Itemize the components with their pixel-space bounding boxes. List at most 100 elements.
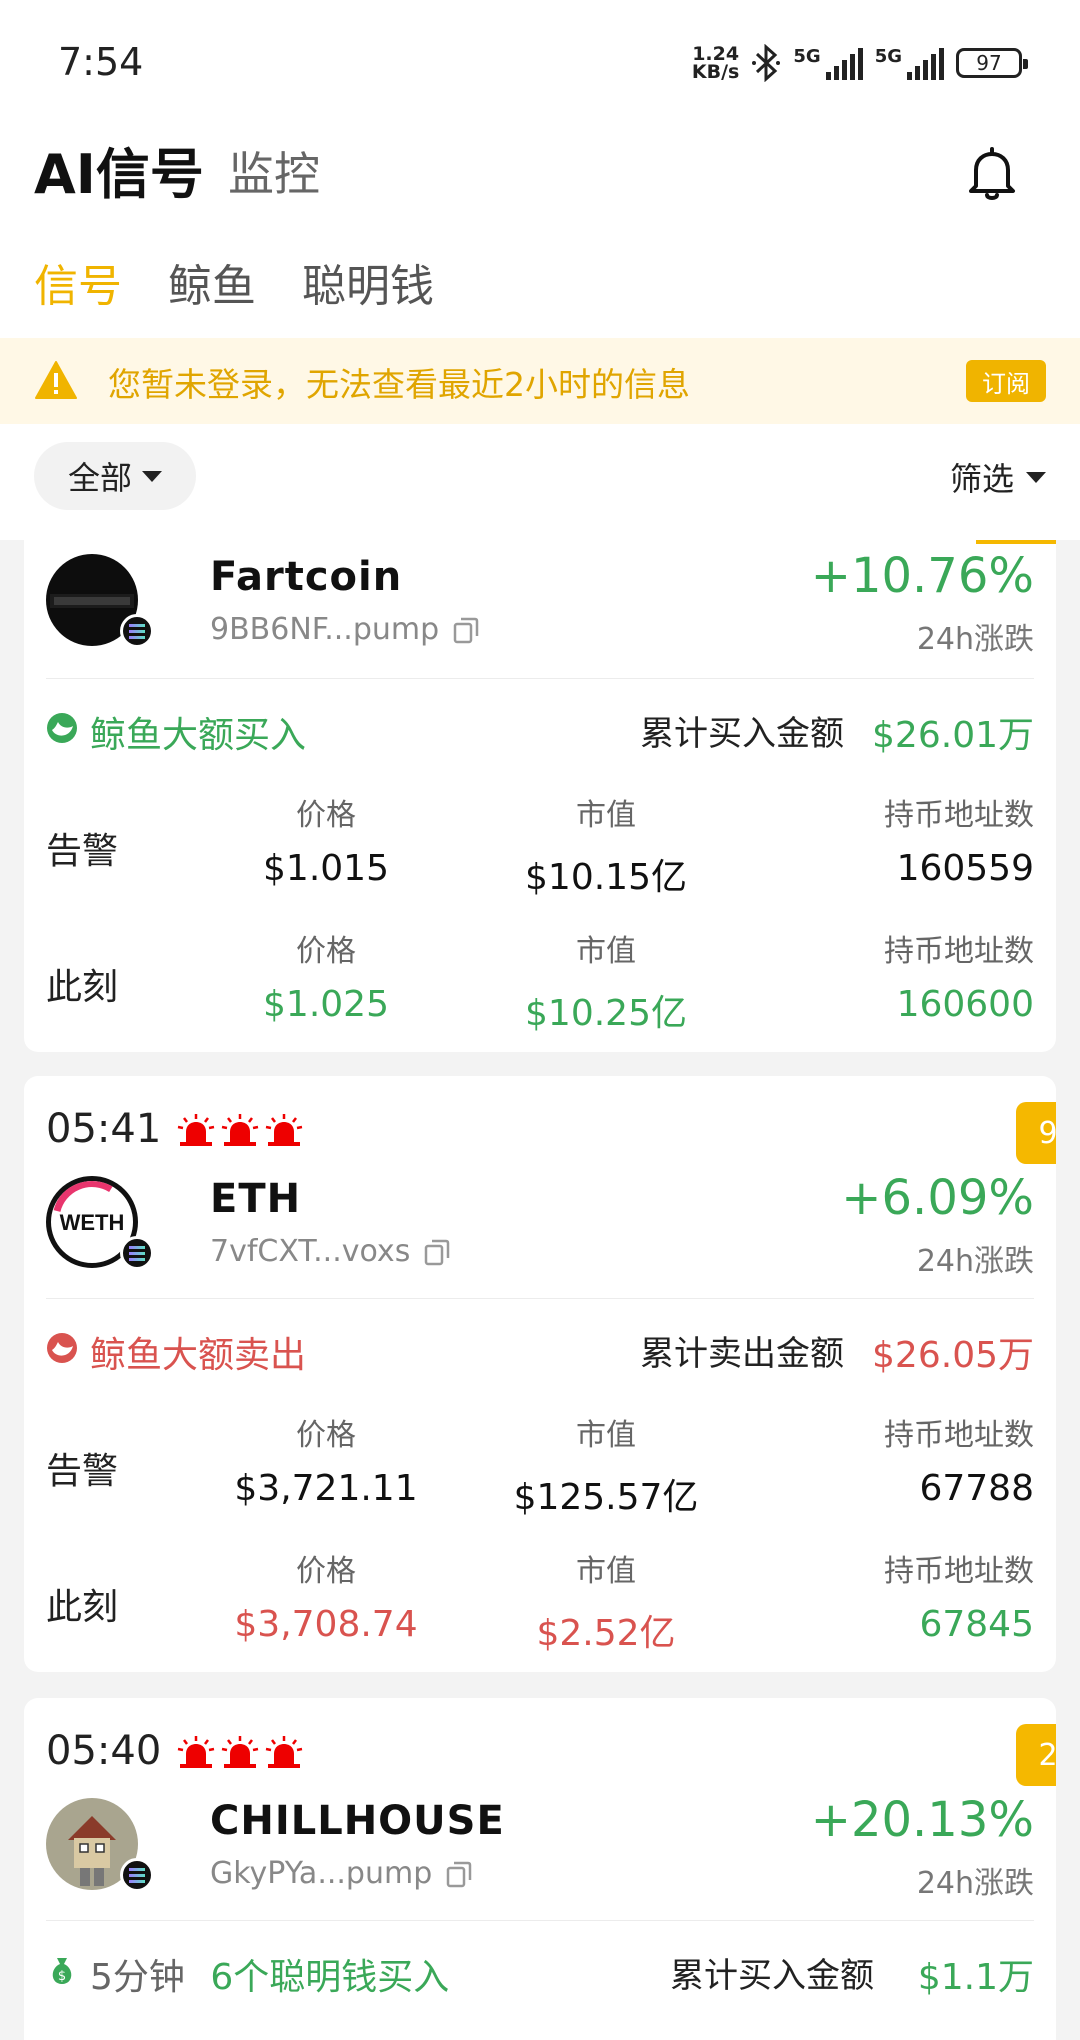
sum-label: 累计买入金额 (670, 1956, 874, 1996)
price-header: 价格 (296, 798, 356, 833)
alert-mcap: 市值 $125.57亿 (486, 1410, 726, 1520)
price-change: +6.09% (841, 1170, 1034, 1226)
token-address-text: GkyPYa...pump (210, 1856, 433, 1891)
alert-level (176, 1112, 304, 1148)
alert-metrics: 告警 价格 $3,721.11 市值 $125.57亿 持币地址数 67788 (46, 1410, 1034, 1520)
solana-icon (120, 1858, 154, 1892)
rank-badge: 9 (1016, 1102, 1056, 1164)
holders-header: 持币地址数 (884, 1418, 1034, 1453)
price-change-label: 24h涨跌 (916, 1866, 1034, 1901)
copy-icon[interactable] (424, 1238, 450, 1266)
holders-value: 67788 (919, 1468, 1034, 1509)
divider (46, 678, 1034, 679)
mcap-value: $10.25亿 (525, 993, 687, 1034)
now-label: 此刻 (46, 1587, 119, 1628)
alert-label: 告警 (46, 831, 119, 872)
status-icons: 1.24 KB/s 5G 5G 97 (691, 44, 1028, 83)
mcap-value: $125.57亿 (513, 1477, 699, 1518)
battery-level: 97 (976, 51, 1002, 75)
price-value: $3,708.74 (234, 1604, 418, 1645)
alert-holders: 持币地址数 67788 (884, 1410, 1034, 1509)
token-row: WETH ETH 7vfCXT...voxs +6.09% 24h涨跌 (46, 1170, 1034, 1279)
net-speed: 1.24 KB/s (691, 45, 740, 83)
bell-icon[interactable] (966, 146, 1018, 202)
tab-smart-money[interactable]: 聪明钱 (302, 250, 434, 314)
price-header: 价格 (296, 934, 356, 969)
price-header: 价格 (296, 1418, 356, 1453)
signal-time: 05:40 (46, 1728, 162, 1774)
notice-text: 您暂未登录，无法查看最近2小时的信息 (108, 365, 690, 404)
siren-icon (265, 1736, 303, 1768)
now-mcap: 市值 $10.25亿 (486, 926, 726, 1036)
now-price: 价格 $1.025 (226, 926, 426, 1025)
signal-card[interactable]: Fartcoin 9BB6NF...pump +10.76% 24h涨跌 鲸鱼大… (24, 540, 1056, 1052)
alert-price: 价格 $1.015 (226, 790, 426, 889)
price-change-label: 24h涨跌 (916, 622, 1034, 657)
now-label: 此刻 (46, 967, 119, 1008)
token-address: 9BB6NF...pump (210, 612, 479, 647)
siren-icon (221, 1736, 259, 1768)
avatar-text: WETH (60, 1210, 125, 1235)
token-address: 7vfCXT...voxs (210, 1234, 450, 1269)
token-name: ETH (210, 1176, 302, 1222)
signal-row: 鲸鱼大额卖出 累计卖出金额 $26.05万 (46, 1324, 1034, 1376)
now-holders: 持币地址数 160600 (884, 926, 1034, 1025)
filter-dropdown[interactable]: 筛选 (950, 454, 1046, 500)
sum-value: $26.01万 (872, 715, 1034, 756)
whale-icon (47, 1333, 77, 1363)
alert-level (176, 1734, 304, 1770)
whale-icon (47, 713, 77, 743)
siren-icon (177, 1114, 215, 1146)
copy-icon[interactable] (453, 616, 479, 644)
alert-holders: 持币地址数 160559 (884, 790, 1034, 889)
token-address: GkyPYa...pump (210, 1856, 472, 1891)
network-type-1: 5G (793, 46, 821, 67)
sum-label: 累计卖出金额 (640, 1334, 844, 1374)
caret-down-icon (1026, 471, 1046, 483)
money-bag-icon: $ (52, 1958, 72, 1984)
tab-signal[interactable]: 信号 (34, 250, 122, 314)
filter-row: 全部 筛选 (0, 440, 1080, 520)
svg-text:$: $ (58, 1969, 66, 1984)
status-time: 7:54 (58, 40, 144, 84)
status-bar: 7:54 1.24 KB/s 5G 5G 97 (0, 0, 1080, 120)
divider (46, 1298, 1034, 1299)
now-metrics: 此刻 价格 $1.025 市值 $10.25亿 持币地址数 160600 (46, 926, 1034, 1036)
solana-icon (120, 1236, 154, 1270)
mcap-header: 市值 (576, 798, 636, 833)
monitor-tab[interactable]: 监控 (228, 138, 320, 204)
token-name: Fartcoin (210, 554, 403, 600)
alert-label: 告警 (46, 1451, 119, 1492)
login-notice: 您暂未登录，无法查看最近2小时的信息 订阅 (0, 338, 1080, 424)
bluetooth-icon (752, 44, 781, 82)
warning-icon (35, 361, 77, 399)
price-value: $1.025 (263, 984, 389, 1025)
mcap-header: 市值 (576, 1554, 636, 1589)
siren-icon (265, 1114, 303, 1146)
sum-value: $26.05万 (872, 1335, 1034, 1376)
subscribe-button[interactable]: 订阅 (966, 360, 1046, 402)
now-mcap: 市值 $2.52亿 (486, 1546, 726, 1656)
signal-icon-2: 5G (875, 46, 944, 80)
copy-icon[interactable] (446, 1860, 472, 1888)
signal-card[interactable]: 05:40 2 CHILLHOUSE GkyPYa...pump +20.13%… (24, 1698, 1056, 2040)
signal-row: $ 5分钟 6个聪明钱买入 累计买入金额 $1.1万 (46, 1946, 1034, 1998)
price-value: $3,721.11 (234, 1468, 418, 1509)
rank-badge: 2 (1016, 1724, 1056, 1786)
price-change: +20.13% (810, 1792, 1034, 1848)
all-dropdown-label: 全部 (67, 459, 132, 497)
signal-icon-1: 5G (793, 46, 863, 80)
signal-card[interactable]: 05:41 9 WETH ETH 7vfCXT...voxs +6.09% 24… (24, 1076, 1056, 1672)
net-speed-unit: KB/s (691, 61, 740, 83)
tab-whale[interactable]: 鲸鱼 (168, 250, 256, 314)
signal-row: 鲸鱼大额买入 累计买入金额 $26.01万 (46, 704, 1034, 756)
price-value: $1.015 (263, 848, 389, 889)
holders-value: 160559 (896, 848, 1034, 889)
all-dropdown[interactable]: 全部 (34, 442, 196, 510)
signal-text: 鲸鱼大额买入 (90, 715, 307, 756)
divider (46, 1920, 1034, 1921)
signal-detail: 6个聪明钱买入 (210, 1957, 450, 1998)
signal-text: 鲸鱼大额卖出 (90, 1335, 307, 1376)
filter-dropdown-label: 筛选 (949, 460, 1014, 498)
sum-value: $1.1万 (917, 1957, 1034, 1998)
